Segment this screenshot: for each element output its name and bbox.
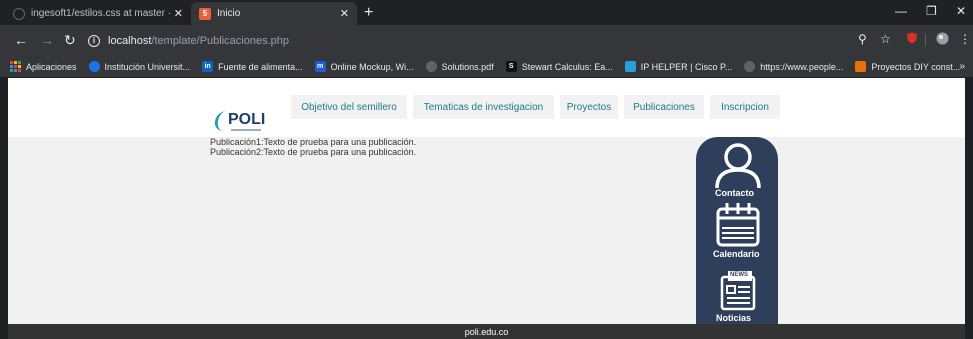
- apps-grid-icon: [10, 61, 21, 72]
- bookmark-iphelper[interactable]: IP HELPER | Cisco P...: [624, 61, 733, 72]
- moqups-icon: m: [314, 61, 326, 72]
- bookmark-institucion[interactable]: Institución Universit...: [88, 61, 191, 72]
- logo-text: POLI: [228, 111, 266, 128]
- nav-publicaciones[interactable]: Publicaciones: [624, 95, 704, 119]
- profile-avatar-icon[interactable]: [936, 32, 949, 48]
- site-header: POLI Objetivo del semillero Tematicas de…: [8, 78, 965, 137]
- tab-github[interactable]: ingesoft1/estilos.css at master · ji ✕: [5, 2, 191, 25]
- nav-inscripcion[interactable]: Inscripcion: [710, 95, 780, 119]
- back-arrow-icon[interactable]: ←: [14, 32, 28, 48]
- publication-item: Publicación1:Texto de prueba para una pu…: [210, 137, 417, 147]
- address-bar[interactable]: i localhost/template/Publicaciones.php: [88, 29, 878, 52]
- bookmark-star-icon[interactable]: ☆: [880, 32, 891, 46]
- logo-underline: [231, 129, 261, 131]
- info-icon[interactable]: i: [88, 34, 100, 47]
- bookmark-label: Online Mockup, Wi...: [330, 61, 414, 72]
- zoom-icon[interactable]: ⚲: [858, 32, 867, 46]
- bookmark-label: Stewart Calculus: Ea...: [521, 61, 613, 72]
- bookmark-label: Proyectos DIY const...: [871, 61, 961, 72]
- tab-close-icon[interactable]: ✕: [340, 7, 349, 20]
- site-footer: poli.edu.co: [8, 324, 965, 339]
- diy-icon: [855, 61, 867, 72]
- url-path: /template/Publicaciones.php: [151, 34, 290, 47]
- minimize-button[interactable]: —: [895, 4, 907, 18]
- bookmarks-overflow-button[interactable]: »: [959, 61, 965, 72]
- bookmark-solutions[interactable]: Solutions.pdf: [425, 61, 494, 72]
- bookmark-label: https://www.people...: [760, 61, 844, 72]
- logo-mark-icon: [213, 111, 229, 131]
- bookmark-label: Institución Universit...: [104, 61, 191, 72]
- bookmark-diy[interactable]: Proyectos DIY const...: [855, 61, 960, 72]
- html5-icon: 5: [199, 7, 211, 20]
- globe-icon: [744, 61, 756, 72]
- bookmark-mockup[interactable]: m Online Mockup, Wi...: [314, 61, 414, 72]
- bookmark-stewart[interactable]: S Stewart Calculus: Ea...: [505, 61, 613, 72]
- newspaper-icon: NEWS: [720, 269, 756, 311]
- new-tab-button[interactable]: +: [364, 4, 373, 22]
- close-window-button[interactable]: ✕: [956, 4, 966, 18]
- tab-label: Inicio: [217, 8, 241, 19]
- cisco-icon: [624, 61, 636, 72]
- bookmark-label: Solutions.pdf: [441, 61, 494, 72]
- bookmark-label: Aplicaciones: [26, 61, 77, 72]
- forward-arrow-icon[interactable]: →: [40, 32, 54, 48]
- user-icon: [715, 143, 761, 189]
- tab-inicio[interactable]: 5 Inicio ✕: [191, 2, 357, 25]
- sidebar-panel: Contacto Calendario NEWS Noticias: [696, 137, 778, 324]
- url-host: localhost: [108, 34, 152, 47]
- linkedin-icon: in: [202, 61, 214, 72]
- tab-label: ingesoft1/estilos.css at master · ji: [31, 8, 170, 19]
- github-icon: [13, 7, 25, 20]
- university-icon: [88, 61, 100, 72]
- s-icon: S: [505, 61, 517, 72]
- tab-strip: ingesoft1/estilos.css at master · ji ✕ 5…: [0, 0, 973, 25]
- sidebar-item-label: Calendario: [713, 249, 760, 259]
- web-page: POLI Objetivo del semillero Tematicas de…: [8, 78, 965, 339]
- nav-tematicas[interactable]: Tematicas de investigacion: [413, 95, 554, 119]
- nav-proyectos[interactable]: Proyectos: [560, 95, 618, 119]
- calendar-icon: [716, 203, 760, 247]
- footer-text: poli.edu.co: [464, 326, 509, 337]
- tab-close-icon[interactable]: ✕: [174, 7, 183, 20]
- divider: |: [924, 32, 928, 46]
- globe-icon: [425, 61, 437, 72]
- poli-logo[interactable]: POLI: [213, 109, 273, 137]
- restore-button[interactable]: ❐: [926, 4, 937, 18]
- sidebar-item-label: Contacto: [715, 188, 754, 198]
- news-badge: NEWS: [730, 272, 748, 278]
- bookmarks-bar: Aplicaciones Institución Universit... in…: [0, 56, 973, 78]
- main-content: Publicación1:Texto de prueba para una pu…: [8, 137, 965, 324]
- nav-objetivo[interactable]: Objetivo del semillero: [291, 95, 407, 119]
- menu-kebab-icon[interactable]: ⋮: [959, 32, 971, 46]
- bookmark-label: Fuente de alimenta...: [218, 61, 303, 72]
- bookmark-people[interactable]: https://www.people...: [744, 61, 843, 72]
- bookmark-label: IP HELPER | Cisco P...: [640, 61, 733, 72]
- bookmark-aplicaciones[interactable]: Aplicaciones: [10, 61, 77, 72]
- extension-icon[interactable]: [906, 32, 918, 47]
- sidebar-item-label: Noticias: [716, 313, 752, 323]
- publication-item: Publicación2:Texto de prueba para una pu…: [210, 147, 417, 157]
- browser-toolbar: ← → ↻ i localhost/template/Publicaciones…: [0, 25, 973, 56]
- reload-icon[interactable]: ↻: [64, 32, 76, 48]
- bookmark-fuente[interactable]: in Fuente de alimenta...: [202, 61, 303, 72]
